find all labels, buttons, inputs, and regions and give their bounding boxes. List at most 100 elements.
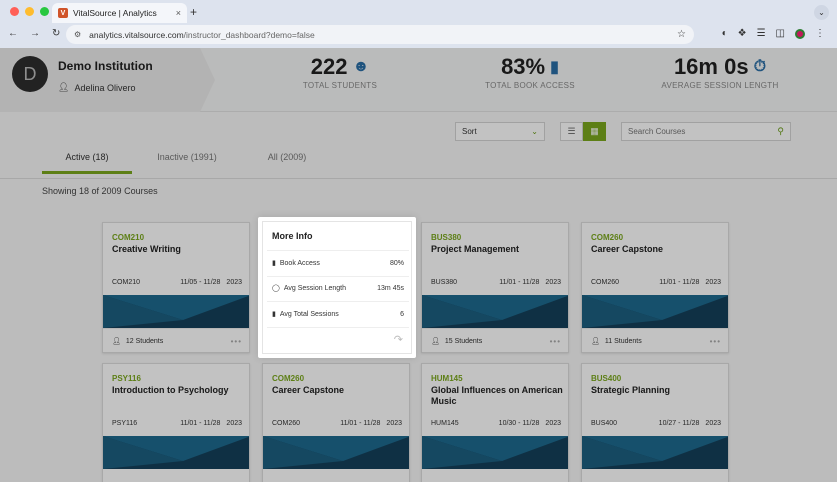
course-title: Strategic Planning: [591, 385, 671, 395]
stat-value: 16m 0s: [673, 54, 749, 79]
stat-label: TOTAL STUDENTS: [302, 81, 378, 90]
course-code: COM210: [112, 233, 145, 242]
stat-total-book-access: 83% ▮ TOTAL BOOK ACCESS: [475, 54, 585, 90]
course-card[interactable]: HUM145 Global Influences on American Mus…: [421, 363, 569, 482]
person-icon: 👤︎: [591, 338, 600, 345]
puzzle-extensions-icon[interactable]: ❖: [738, 28, 747, 39]
course-title: Career Capstone: [591, 244, 664, 254]
browser-tab[interactable]: V VitalSource | Analytics ×: [52, 3, 187, 23]
reload-icon[interactable]: ↻: [52, 28, 60, 39]
divider: [267, 301, 409, 302]
person-icon: 👤︎: [431, 338, 440, 345]
info-value: 13m 45s: [377, 284, 404, 292]
tab-inactive[interactable]: Inactive (1991): [132, 152, 242, 174]
course-code: HUM145: [431, 374, 463, 383]
divider: [267, 250, 409, 251]
sort-label: Sort: [462, 127, 477, 136]
divider: [267, 276, 409, 277]
stats-bar: D Demo Institution 👤︎ Adelina Olivero 22…: [0, 48, 837, 112]
person-icon: 👤︎: [112, 338, 121, 345]
more-info-dots-icon[interactable]: •••: [550, 337, 561, 346]
extension-icon[interactable]: ◐: [722, 28, 728, 39]
url-host: analytics.vitalsource.com: [89, 29, 184, 40]
flip-back-icon[interactable]: ↷: [394, 333, 403, 346]
card-banner: [103, 436, 249, 469]
course-card[interactable]: COM260 Career Capstone COM260 11/01 - 11/…: [581, 222, 729, 353]
card-footer: 👤︎ 11 Students •••: [582, 328, 728, 352]
course-card[interactable]: BUS400 Strategic Planning BUS400 10/27 - …: [581, 363, 729, 482]
url-path: /instructor_dashboard?demo=false: [183, 29, 315, 40]
info-value: 80%: [389, 259, 404, 267]
side-panel-icon[interactable]: ◫: [776, 28, 785, 39]
divider: [267, 327, 409, 328]
window-controls: [10, 7, 49, 16]
course-meta: COM260 11/01 - 11/28 2023: [591, 279, 721, 286]
info-label: Avg Total Sessions: [279, 310, 339, 318]
tab-all[interactable]: All (2009): [242, 152, 332, 174]
stopwatch-icon: ⏱︎: [753, 58, 767, 75]
student-count: 12 Students: [125, 337, 164, 345]
media-controls-icon[interactable]: ☰: [757, 28, 766, 39]
new-tab-icon[interactable]: +: [190, 5, 197, 19]
profile-avatar-icon[interactable]: [795, 28, 805, 39]
vitalsource-favicon-icon: V: [58, 8, 68, 18]
forward-arrow-icon[interactable]: →: [30, 28, 40, 39]
book-icon: ▮: [550, 59, 559, 76]
more-info-dots-icon[interactable]: •••: [231, 337, 242, 346]
more-info-panel: More Info ▮ Book Access 80% ◯ Avg Sessio…: [262, 221, 412, 354]
nav-buttons: ← → ↻: [8, 28, 60, 39]
browser-chrome: V VitalSource | Analytics × + ⌄ ← → ↻ ⚙ …: [0, 0, 837, 48]
tab-search-chevron-icon[interactable]: ⌄: [814, 5, 829, 20]
course-card[interactable]: COM210 Creative Writing COM210 11/05 - 11…: [102, 222, 250, 353]
address-bar[interactable]: ⚙ analytics.vitalsource.com/instructor_d…: [66, 25, 694, 44]
info-row-book-access: ▮ Book Access 80%: [272, 259, 404, 268]
course-title: Project Management: [431, 244, 520, 254]
card-footer: 👤︎ 12 Students •••: [103, 328, 249, 352]
tab-close-icon[interactable]: ×: [176, 8, 181, 18]
course-card[interactable]: COM260 Career Capstone COM260 11/01 - 11/…: [262, 363, 410, 482]
course-code: BUS400: [591, 374, 622, 383]
card-banner: [103, 295, 249, 328]
card-footer: 👤︎ 15 Students •••: [422, 328, 568, 352]
avatar: D: [12, 56, 48, 92]
info-label: Avg Session Length: [283, 284, 346, 292]
course-controls: Sort ⌄ ☰ ▦ ⚲: [0, 122, 837, 144]
course-card[interactable]: BUS380 Project Management BUS380 11/01 - …: [421, 222, 569, 353]
minimize-window-button[interactable]: [25, 7, 34, 16]
stat-average-session-length: 16m 0s ⏱︎ AVERAGE SESSION LENGTH: [650, 54, 790, 90]
search-box: ⚲: [621, 122, 791, 141]
chevron-down-icon: ⌄: [531, 127, 538, 136]
search-input[interactable]: [628, 127, 778, 136]
info-label: Book Access: [279, 259, 320, 267]
kebab-menu-icon[interactable]: ⋮: [815, 28, 825, 39]
site-settings-icon[interactable]: ⚙: [74, 30, 81, 39]
sort-dropdown[interactable]: Sort ⌄: [455, 122, 545, 141]
tab-active[interactable]: Active (18): [42, 152, 132, 174]
tabs-divider: [0, 178, 837, 179]
search-icon[interactable]: ⚲: [777, 126, 784, 137]
stat-value: 83%: [501, 54, 546, 79]
book-icon: ▮: [272, 260, 276, 267]
bookmark-star-icon[interactable]: ☆: [677, 29, 686, 40]
institution-name: Demo Institution: [58, 59, 153, 73]
card-banner: [582, 295, 728, 328]
list-view-button[interactable]: ☰: [560, 122, 583, 141]
info-row-avg-total-sessions: ▮ Avg Total Sessions 6: [272, 310, 404, 319]
more-info-dots-icon[interactable]: •••: [710, 337, 721, 346]
stat-label: AVERAGE SESSION LENGTH: [661, 81, 779, 90]
course-card[interactable]: PSY116 Introduction to Psychology PSY116…: [102, 363, 250, 482]
back-arrow-icon[interactable]: ←: [8, 28, 18, 39]
maximize-window-button[interactable]: [40, 7, 49, 16]
grid-icon: ▦: [590, 126, 599, 136]
list-icon: ☰: [567, 126, 576, 136]
course-meta: COM210 11/05 - 11/28 2023: [112, 279, 242, 286]
info-row-avg-session-length: ◯ Avg Session Length 13m 45s: [272, 284, 404, 293]
showing-count: Showing 18 of 2009 Courses: [42, 186, 158, 196]
more-info-title: More Info: [272, 231, 313, 241]
student-count: 11 Students: [604, 337, 642, 345]
card-banner: [422, 436, 568, 469]
stopwatch-icon: ◯: [272, 285, 280, 292]
instructor-user: 👤︎ Adelina Olivero: [58, 82, 135, 93]
close-window-button[interactable]: [10, 7, 19, 16]
grid-view-button[interactable]: ▦: [583, 122, 606, 141]
